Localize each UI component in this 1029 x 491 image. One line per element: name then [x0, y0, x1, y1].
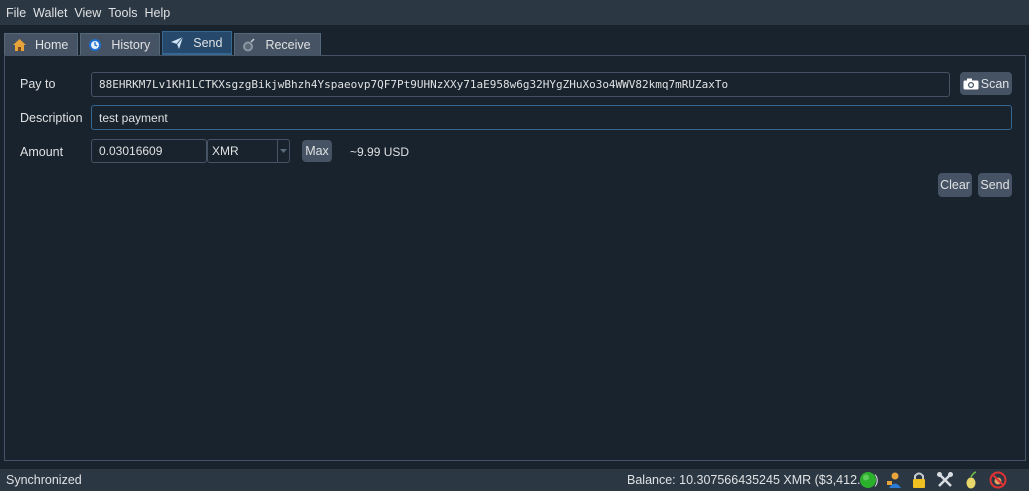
tab-send[interactable]: Send: [162, 31, 233, 55]
menu-bar: File Wallet View Tools Help: [0, 0, 1029, 25]
tools-icon[interactable]: [935, 471, 955, 489]
menu-help[interactable]: Help: [144, 6, 170, 20]
description-input[interactable]: test payment: [91, 105, 1012, 130]
home-icon: [11, 37, 27, 53]
scan-button-label: Scan: [980, 76, 1010, 91]
lock-icon[interactable]: [909, 471, 929, 489]
send-button[interactable]: Send: [978, 173, 1012, 197]
status-bar: Synchronized Balance: 10.307566435245 XM…: [0, 469, 1029, 491]
history-icon: [87, 37, 103, 53]
network-icon[interactable]: [988, 471, 1008, 489]
menu-wallet[interactable]: Wallet: [33, 6, 67, 20]
currency-select-value: XMR: [212, 144, 239, 158]
menu-view[interactable]: View: [74, 6, 101, 20]
sync-status: Synchronized: [6, 473, 82, 487]
send-panel: Pay to 88EHRKM7Lv1KH1LCTKXsgzgBikjwBhzh4…: [4, 55, 1026, 461]
tab-history[interactable]: History: [80, 33, 161, 55]
currency-select[interactable]: XMR: [207, 139, 290, 163]
description-label: Description: [20, 111, 83, 125]
tab-receive-label: Receive: [265, 37, 311, 52]
account-icon[interactable]: [884, 471, 904, 489]
clear-button[interactable]: Clear: [938, 173, 972, 197]
balance-label: Balance: 10.307566435245 XMR ($3,412.01): [627, 473, 879, 487]
tab-history-label: History: [111, 37, 151, 52]
amount-input[interactable]: 0.03016609: [91, 139, 207, 163]
max-button[interactable]: Max: [302, 140, 332, 162]
status-connected-icon[interactable]: [858, 471, 878, 489]
tab-home[interactable]: Home: [4, 33, 79, 55]
pay-to-input[interactable]: 88EHRKM7Lv1KH1LCTKXsgzgBikjwBhzh4Yspaeov…: [91, 72, 950, 97]
receive-icon: [241, 37, 257, 53]
seed-icon[interactable]: [961, 471, 981, 489]
amount-label: Amount: [20, 145, 64, 159]
chevron-down-icon: [277, 140, 289, 162]
send-icon: [169, 35, 185, 51]
tab-receive[interactable]: Receive: [234, 33, 321, 55]
camera-icon: [963, 78, 979, 90]
tab-bar: Home History Send Receive: [4, 31, 323, 55]
pay-to-label: Pay to: [20, 77, 56, 91]
fiat-estimate: ~9.99 USD: [350, 145, 410, 159]
menu-file[interactable]: File: [6, 6, 26, 20]
menu-tools[interactable]: Tools: [108, 6, 137, 20]
scan-button[interactable]: Scan: [960, 72, 1012, 95]
tab-send-label: Send: [193, 35, 223, 50]
tab-home-label: Home: [35, 37, 69, 52]
